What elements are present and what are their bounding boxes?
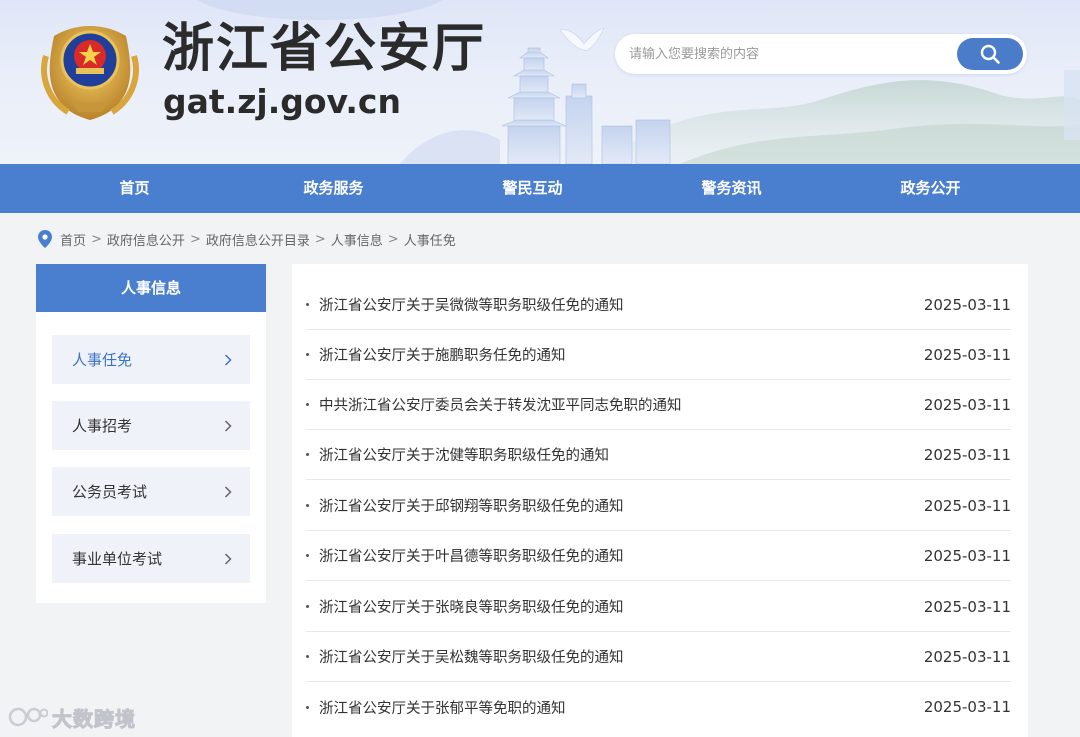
list-item-title[interactable]: 浙江省公安厅关于吴微微等职务职级任免的通知 [319,294,624,315]
list-item-title[interactable]: 中共浙江省公安厅委员会关于转发沈亚平同志免职的通知 [319,394,682,415]
list-item-date: 2025-03-11 [923,395,1011,414]
list-item-main: 浙江省公安厅关于沈健等职务职级任免的通知 [306,444,609,465]
list-item-date: 2025-03-11 [923,698,1011,716]
bullet-icon [306,504,309,507]
sidebar-item-label: 公务员考试 [72,483,148,501]
watermark: 大数跨境 [8,703,136,731]
sidebar-item-label: 人事任免 [72,351,133,369]
nav-item-home[interactable]: 首页 [35,164,234,213]
breadcrumb-home[interactable]: 首页 [60,230,86,249]
sidebar: 人事信息 人事任免 人事招考 公务员考试 事业单位考试 [36,264,266,603]
breadcrumb-separator: > [314,231,326,247]
breadcrumb-separator: > [387,231,399,247]
search-icon [980,44,1000,64]
nav-item-news[interactable]: 警务资讯 [632,164,831,213]
breadcrumb-current[interactable]: 人事任免 [404,230,456,249]
list-item-date: 2025-03-11 [923,546,1011,565]
breadcrumb-personnel-info[interactable]: 人事信息 [331,230,383,249]
list-item-title[interactable]: 浙江省公安厅关于沈健等职务职级任免的通知 [319,444,609,465]
bullet-icon [306,453,309,456]
sidebar-item-appointments[interactable]: 人事任免 [52,335,250,384]
nav-item-gov-disclosure[interactable]: 政务公开 [831,164,1030,213]
bullet-icon [306,353,309,356]
list-item-title[interactable]: 浙江省公安厅关于吴松魏等职务职级任免的通知 [319,646,624,667]
list-item[interactable]: 浙江省公安厅关于张郁平等免职的通知 2025-03-11 [306,682,1011,732]
breadcrumb-gov-info-catalog[interactable]: 政府信息公开目录 [206,230,310,249]
list-item-date: 2025-03-11 [923,295,1011,314]
bullet-icon [306,705,309,709]
search-input[interactable] [629,42,959,66]
list-item[interactable]: 浙江省公安厅关于吴松魏等职务职级任免的通知 2025-03-11 [306,632,1011,682]
list-item[interactable]: 浙江省公安厅关于施鹏职务任免的通知 2025-03-11 [306,330,1011,380]
sidebar-item-label: 人事招考 [72,417,133,435]
site-domain: gat.zj.gov.cn [163,82,401,121]
chevron-right-icon [224,485,232,498]
list-item[interactable]: 浙江省公安厅关于邱钢翔等职务职级任免的通知 2025-03-11 [306,481,1011,531]
location-pin-icon [38,230,52,248]
list-item-main: 浙江省公安厅关于张郁平等免职的通知 [306,697,566,718]
list-item-main: 浙江省公安厅关于邱钢翔等职务职级任免的通知 [306,495,624,516]
chevron-right-icon [224,552,232,565]
list-item[interactable]: 中共浙江省公安厅委员会关于转发沈亚平同志免职的通知 2025-03-11 [306,380,1011,430]
list-item-main: 浙江省公安厅关于叶昌德等职务职级任免的通知 [306,545,624,566]
list-item-title[interactable]: 浙江省公安厅关于张郁平等免职的通知 [319,697,566,718]
breadcrumb-separator: > [189,231,201,247]
sidebar-item-institution-exam[interactable]: 事业单位考试 [52,534,250,583]
breadcrumb-separator: > [91,231,102,247]
list-item[interactable]: 浙江省公安厅关于沈健等职务职级任免的通知 2025-03-11 [306,430,1011,480]
list-item-date: 2025-03-11 [923,496,1011,515]
list-item-title[interactable]: 浙江省公安厅关于张晓良等职务职级任免的通知 [319,596,624,617]
list-item-date: 2025-03-11 [923,597,1011,616]
list-item-title[interactable]: 浙江省公安厅关于叶昌德等职务职级任免的通知 [319,545,624,566]
search-button[interactable] [957,38,1023,70]
nav-item-gov-services[interactable]: 政务服务 [234,164,433,213]
police-emblem-logo [41,26,139,120]
nav-item-interaction[interactable]: 警民互动 [433,164,632,213]
chevron-right-icon [224,419,232,432]
watermark-text: 大数跨境 [52,706,136,731]
bullet-icon [306,403,309,406]
breadcrumb-gov-info[interactable]: 政府信息公开 [107,230,185,249]
list-item[interactable]: 浙江省公安厅关于叶昌德等职务职级任免的通知 2025-03-11 [306,531,1011,581]
list-item-main: 浙江省公安厅关于施鹏职务任免的通知 [306,344,566,365]
list-item-main: 浙江省公安厅关于吴松魏等职务职级任免的通知 [306,646,624,667]
site-header: 浙江省公安厅 gat.zj.gov.cn [0,0,1080,164]
chevron-right-icon [224,353,232,366]
list-item[interactable]: 浙江省公安厅关于吴微微等职务职级任免的通知 2025-03-11 [306,280,1011,330]
list-item[interactable]: 浙江省公安厅关于张晓良等职务职级任免的通知 2025-03-11 [306,582,1011,632]
sidebar-item-label: 事业单位考试 [72,550,163,568]
site-title: 浙江省公安厅 [162,19,487,79]
list-item-title[interactable]: 浙江省公安厅关于邱钢翔等职务职级任免的通知 [319,495,624,516]
article-list: 浙江省公安厅关于吴微微等职务职级任免的通知 2025-03-11 浙江省公安厅关… [292,264,1028,737]
bullet-icon [306,605,309,608]
watermark-logo-icon [8,707,48,727]
list-item-date: 2025-03-11 [923,647,1011,666]
list-item-main: 中共浙江省公安厅委员会关于转发沈亚平同志免职的通知 [306,394,682,415]
list-item-main: 浙江省公安厅关于张晓良等职务职级任免的通知 [306,596,624,617]
bullet-icon [306,655,309,658]
main-nav: 首页 政务服务 警民互动 警务资讯 政务公开 [0,164,1080,213]
bullet-icon [306,303,309,306]
list-item-main: 浙江省公安厅关于吴微微等职务职级任免的通知 [306,294,624,315]
bullet-icon [306,554,309,557]
list-item-date: 2025-03-11 [923,345,1011,364]
list-item-date: 2025-03-11 [923,445,1011,464]
sidebar-title: 人事信息 [36,264,266,312]
breadcrumb: 首页 > 政府信息公开 > 政府信息公开目录 > 人事信息 > 人事任免 [38,229,456,249]
sidebar-item-civil-servant-exam[interactable]: 公务员考试 [52,467,250,516]
list-item-title[interactable]: 浙江省公安厅关于施鹏职务任免的通知 [319,344,566,365]
sidebar-item-recruitment[interactable]: 人事招考 [52,401,250,450]
search-box [615,34,1027,74]
